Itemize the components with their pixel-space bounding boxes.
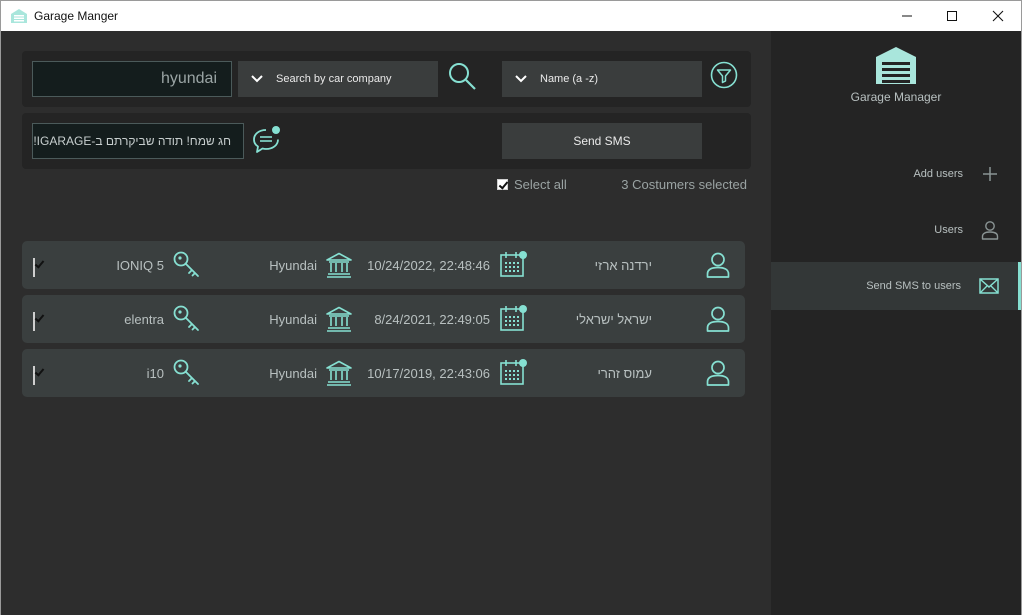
user-icon xyxy=(981,221,999,240)
customer-name: עמוס זהרי xyxy=(597,366,652,381)
garage-app-icon xyxy=(11,9,27,23)
car-model: i10 xyxy=(146,366,164,381)
window-title: Garage Manger xyxy=(34,9,119,23)
plus-icon xyxy=(983,167,997,181)
search-icon xyxy=(449,63,476,90)
checkbox-checked[interactable] xyxy=(497,179,508,190)
app-window: Garage Manger hyundai Search by car comp… xyxy=(0,0,1022,615)
sidebar-item-users[interactable]: Users xyxy=(771,206,1021,254)
key-icon xyxy=(173,359,199,385)
car-model: IONIQ 5 xyxy=(116,258,164,273)
visit-date: 10/17/2019, 22:43:06 xyxy=(367,366,490,381)
chat-bubble-icon xyxy=(253,126,280,153)
user-icon xyxy=(706,252,730,278)
customer-row[interactable]: elentra Hyundai 8/24/2021, 22:49:05 ישרא… xyxy=(22,295,745,343)
close-button[interactable] xyxy=(975,1,1021,31)
sort-label: Name (a -z) xyxy=(540,73,599,85)
checkbox-checked[interactable] xyxy=(33,366,35,385)
user-icon xyxy=(706,306,730,332)
search-by-dropdown[interactable]: Search by car company xyxy=(238,61,438,97)
envelope-icon xyxy=(979,278,999,294)
customer-row[interactable]: IONIQ 5 Hyundai 10/24/2022, 22:48:46 ירד… xyxy=(22,241,745,289)
search-panel: hyundai Search by car company Name (a -z… xyxy=(22,51,751,107)
bank-icon xyxy=(326,306,352,332)
maximize-button[interactable] xyxy=(929,1,975,31)
maximize-icon xyxy=(947,11,957,21)
customer-row[interactable]: i10 Hyundai 10/17/2019, 22:43:06 עמוס זה… xyxy=(22,349,745,397)
row-checkbox[interactable] xyxy=(33,258,35,277)
title-bar: Garage Manger xyxy=(1,1,1021,31)
row-checkbox[interactable] xyxy=(33,312,35,331)
key-icon xyxy=(173,251,199,277)
sidebar-item-add-users[interactable]: Add users xyxy=(771,150,1021,198)
visit-date: 8/24/2021, 22:49:05 xyxy=(374,312,490,327)
chevron-down-icon xyxy=(238,74,276,84)
visit-date: 10/24/2022, 22:48:46 xyxy=(367,258,490,273)
key-icon xyxy=(173,305,199,331)
car-company: Hyundai xyxy=(269,366,317,381)
chevron-down-icon xyxy=(502,74,540,84)
row-checkbox[interactable] xyxy=(33,366,35,385)
calendar-icon xyxy=(500,305,527,331)
selected-count: 3 Costumers selected xyxy=(621,177,747,192)
search-button[interactable] xyxy=(445,59,479,93)
close-icon xyxy=(992,10,1004,22)
car-company: Hyundai xyxy=(269,312,317,327)
send-sms-button[interactable]: Send SMS xyxy=(502,123,702,159)
main-content: hyundai Search by car company Name (a -z… xyxy=(1,31,771,615)
calendar-icon xyxy=(500,359,527,385)
sidebar-item-label: Add users xyxy=(913,168,963,180)
sidebar-item-label: Send SMS to users xyxy=(866,280,961,292)
user-icon xyxy=(706,360,730,386)
bank-icon xyxy=(326,252,352,278)
sms-panel: חג שמח! תודה שביקרתם ב-IGARAGE! Send SMS xyxy=(22,113,751,169)
car-model: elentra xyxy=(124,312,164,327)
calendar-icon xyxy=(500,251,527,277)
checkbox-checked[interactable] xyxy=(33,258,35,277)
message-template-button[interactable] xyxy=(250,123,284,157)
filter-button[interactable] xyxy=(709,60,739,90)
filter-icon xyxy=(710,61,738,89)
sort-dropdown[interactable]: Name (a -z) xyxy=(502,61,702,97)
checkbox-checked[interactable] xyxy=(33,312,35,331)
sidebar-item-send-sms[interactable]: Send SMS to users xyxy=(771,262,1021,310)
minimize-icon xyxy=(902,15,912,17)
sidebar: Garage Manager Add users Users Send SMS … xyxy=(771,31,1021,615)
search-by-label: Search by car company xyxy=(276,73,392,85)
logo-text: Garage Manager xyxy=(850,90,942,104)
car-company: Hyundai xyxy=(269,258,317,273)
minimize-button[interactable] xyxy=(884,1,930,31)
select-all-checkbox[interactable]: Select all xyxy=(497,177,567,192)
sidebar-item-label: Users xyxy=(934,224,963,236)
customer-name: ירדנה ארזי xyxy=(594,258,652,273)
sms-message-input[interactable]: חג שמח! תודה שביקרתם ב-IGARAGE! xyxy=(32,123,244,159)
bank-icon xyxy=(326,360,352,386)
select-all-label: Select all xyxy=(514,177,567,192)
search-input[interactable]: hyundai xyxy=(32,61,232,97)
garage-logo-icon xyxy=(876,47,916,84)
customer-name: ישראל ישראלי xyxy=(575,312,652,327)
